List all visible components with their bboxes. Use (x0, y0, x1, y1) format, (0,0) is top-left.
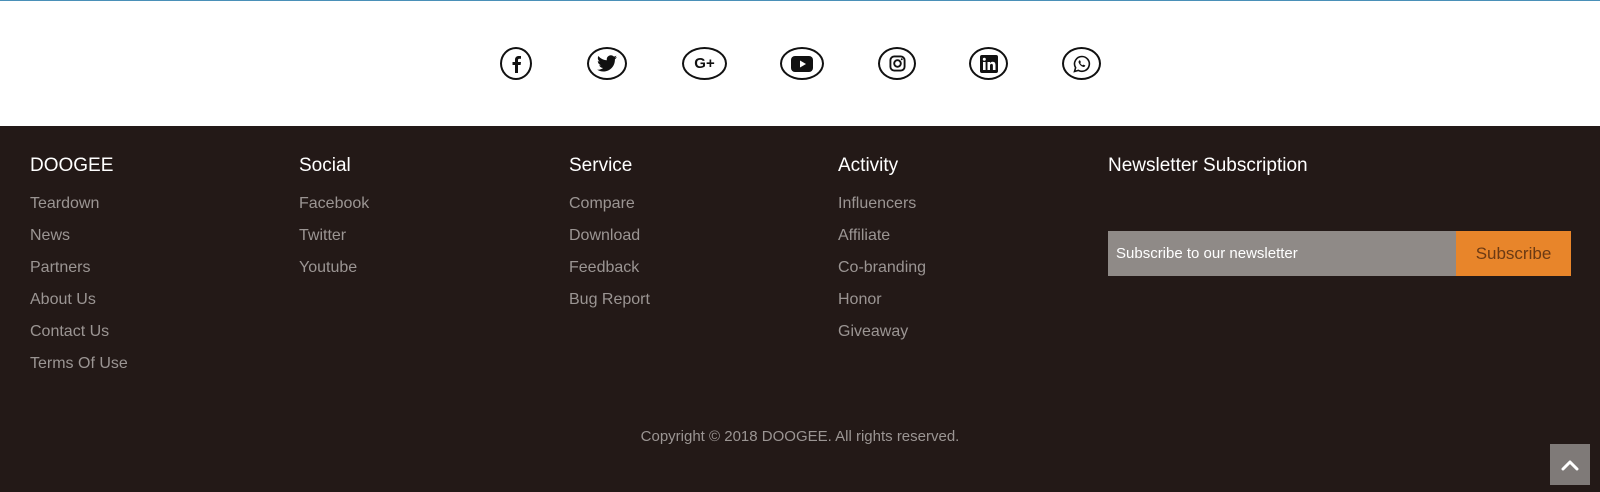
instagram-icon[interactable] (878, 47, 916, 80)
site-footer: DOOGEE Teardown News Partners About Us C… (0, 126, 1600, 492)
footer-link-giveaway[interactable]: Giveaway (838, 322, 926, 354)
newsletter-form: Subscribe (1108, 231, 1571, 276)
footer-link-affiliate[interactable]: Affiliate (838, 226, 926, 258)
footer-column-doogee: DOOGEE Teardown News Partners About Us C… (30, 154, 128, 386)
footer-link-download[interactable]: Download (569, 226, 650, 258)
footer-column-title: DOOGEE (30, 155, 114, 176)
footer-column-title: Service (569, 155, 633, 176)
chevron-up-icon (1561, 460, 1579, 470)
footer-link-co-branding[interactable]: Co-branding (838, 258, 926, 290)
facebook-icon[interactable] (500, 47, 532, 80)
footer-link-partners[interactable]: Partners (30, 258, 128, 290)
newsletter-email-input[interactable] (1108, 231, 1456, 276)
footer-link-honor[interactable]: Honor (838, 290, 926, 322)
google-plus-icon[interactable]: G+ (682, 47, 727, 80)
footer-column-activity: Activity Influencers Affiliate Co-brandi… (838, 154, 926, 354)
footer-link-twitter[interactable]: Twitter (299, 226, 369, 258)
footer-link-news[interactable]: News (30, 226, 128, 258)
social-icons-bar: G+ (0, 1, 1600, 126)
youtube-icon[interactable] (780, 47, 824, 80)
footer-link-terms-of-use[interactable]: Terms Of Use (30, 354, 128, 386)
footer-link-compare[interactable]: Compare (569, 194, 650, 226)
footer-link-teardown[interactable]: Teardown (30, 194, 128, 226)
footer-link-bug-report[interactable]: Bug Report (569, 290, 650, 322)
linkedin-icon[interactable] (969, 47, 1008, 80)
newsletter-section: Newsletter Subscription Subscribe (1108, 154, 1571, 276)
copyright-text: Copyright © 2018 DOOGEE. All rights rese… (640, 428, 960, 445)
footer-link-about-us[interactable]: About Us (30, 290, 128, 322)
footer-column-title: Social (299, 155, 351, 176)
footer-column-social: Social Facebook Twitter Youtube (299, 154, 369, 290)
newsletter-title: Newsletter Subscription (1108, 155, 1308, 176)
twitter-icon[interactable] (587, 47, 627, 80)
subscribe-button[interactable]: Subscribe (1456, 231, 1571, 276)
back-to-top-button[interactable] (1550, 444, 1590, 485)
footer-link-influencers[interactable]: Influencers (838, 194, 926, 226)
footer-link-contact-us[interactable]: Contact Us (30, 322, 128, 354)
footer-link-feedback[interactable]: Feedback (569, 258, 650, 290)
footer-column-service: Service Compare Download Feedback Bug Re… (569, 154, 650, 322)
whatsapp-icon[interactable] (1062, 47, 1101, 80)
footer-column-title: Activity (838, 155, 899, 176)
footer-link-youtube[interactable]: Youtube (299, 258, 369, 290)
footer-link-facebook[interactable]: Facebook (299, 194, 369, 226)
